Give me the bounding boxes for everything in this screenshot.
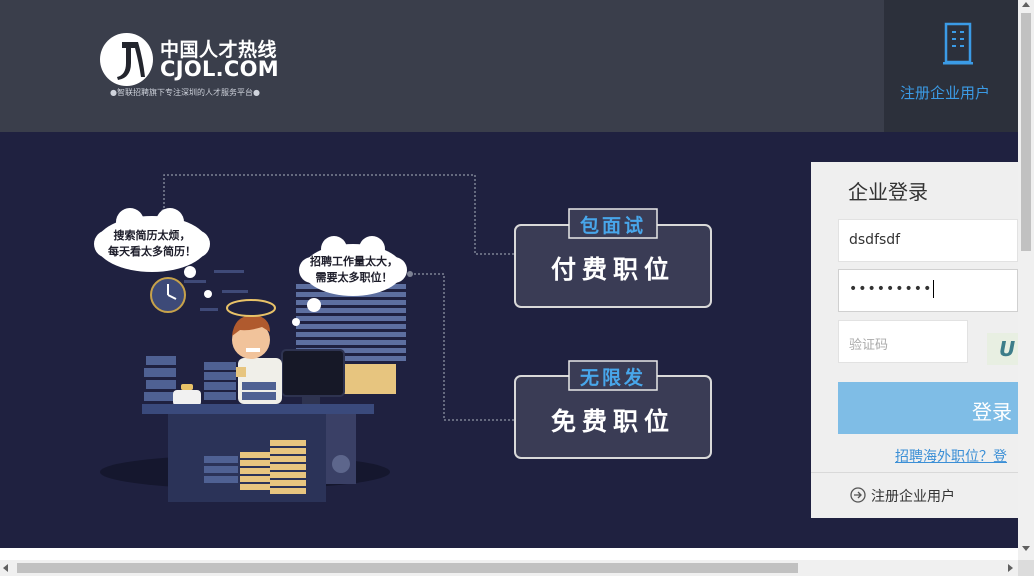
login-title: 企业登录 (848, 180, 928, 204)
enterprise-login-panel: 企业登录 dsdfsdf ••••••••• 验证码 U 登录 招聘海外职位？登… (811, 162, 1018, 518)
vertical-scroll-thumb[interactable] (1021, 13, 1031, 251)
free-job-tag: 无限发 (579, 367, 646, 389)
horizontal-scroll-thumb[interactable] (17, 563, 798, 573)
register-enterprise-label: 注册企业用户 (899, 84, 990, 102)
free-job-button[interactable]: 免费职位 (515, 402, 711, 438)
captcha-text: U (999, 337, 1016, 361)
building-icon (943, 22, 973, 65)
captcha-placeholder: 验证码 (849, 338, 889, 353)
password-mask: ••••••••• (849, 280, 935, 298)
site-header: 中国人才热线 CJOL.COM ●智联招聘旗下专注深圳的人才服务平台● 注册企业… (0, 0, 1018, 132)
scroll-down-arrow-icon[interactable] (1022, 546, 1030, 551)
scroll-up-arrow-icon[interactable] (1022, 2, 1030, 7)
username-value: dsdfsdf (849, 232, 901, 248)
scroll-right-arrow-icon[interactable] (1008, 564, 1013, 572)
paid-job-tag: 包面试 (579, 215, 646, 237)
register-enterprise-link[interactable]: 注册企业用户 (871, 486, 955, 506)
logo-domain: CJOL.COM (160, 57, 279, 81)
scroll-left-arrow-icon[interactable] (3, 564, 8, 572)
overseas-jobs-link[interactable]: 招聘海外职位？登 (895, 446, 1007, 466)
bubble-text-left: 搜索简历太烦， 每天看太多简历！ (108, 229, 196, 258)
horizontal-scrollbar[interactable] (0, 560, 1018, 576)
username-field[interactable]: dsdfsdf (838, 219, 1018, 262)
office-worker-illustration (94, 174, 712, 502)
cjol-logo[interactable]: 中国人才热线 CJOL.COM ●智联招聘旗下专注深圳的人才服务平台● (100, 33, 290, 103)
captcha-image[interactable]: U (987, 333, 1018, 365)
login-button[interactable]: 登录 (838, 382, 1018, 434)
arrow-circle-icon (850, 487, 866, 503)
logo-slogan: ●智联招聘旗下专注深圳的人才服务平台● (110, 88, 260, 97)
password-field[interactable]: ••••••••• (838, 269, 1018, 312)
login-button-label: 登录 (972, 400, 1012, 424)
captcha-input[interactable]: 验证码 (838, 320, 968, 363)
register-enterprise-button[interactable]: 注册企业用户 (884, 0, 1018, 132)
paid-job-button[interactable]: 付费职位 (515, 250, 711, 286)
vertical-scrollbar[interactable] (1018, 0, 1034, 576)
bubble-text-right: 招聘工作量太大， 需要太多职位！ (310, 255, 398, 284)
logo-mark-icon (100, 33, 153, 86)
divider (811, 472, 1018, 473)
scrollbar-corner (1018, 560, 1034, 576)
